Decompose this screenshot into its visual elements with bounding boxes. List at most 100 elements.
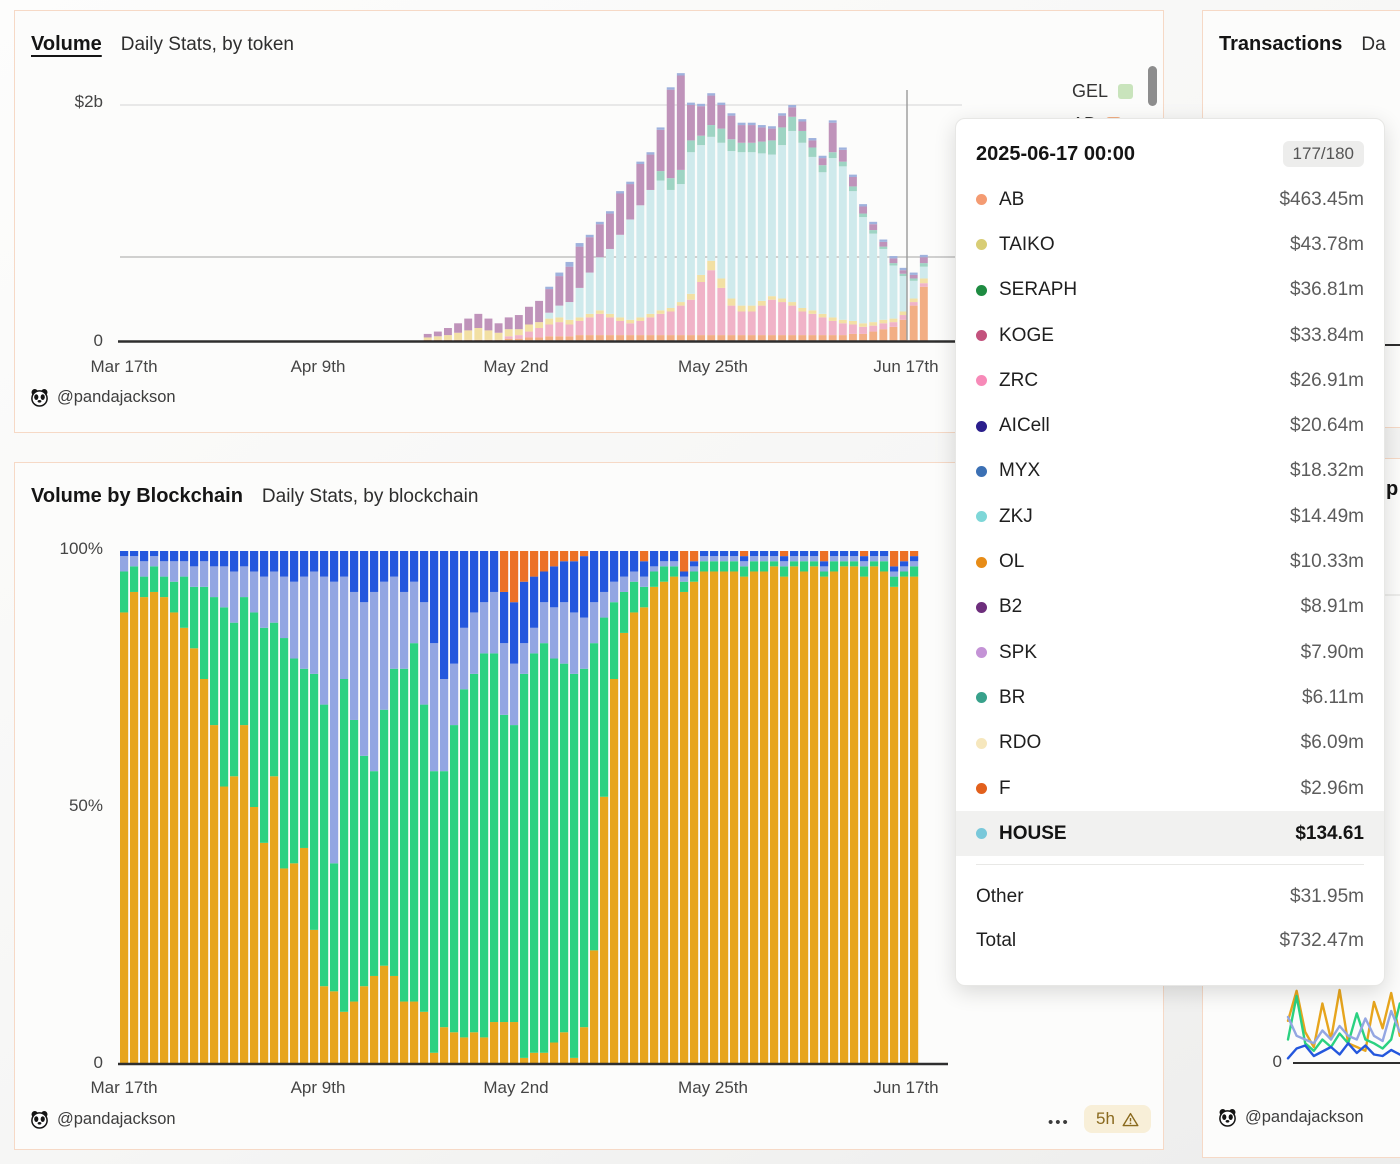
volume-xtick-may2: May 2nd bbox=[483, 357, 548, 377]
tooltip-timestamp: 2025-06-17 00:00 bbox=[976, 143, 1135, 166]
token-label: ZRC bbox=[999, 370, 1038, 392]
legend-item-gel-label: GEL bbox=[1072, 81, 1108, 102]
token-value: $10.33m bbox=[1290, 551, 1364, 573]
bc-xtick-may25: May 25th bbox=[678, 1078, 748, 1098]
token-color-dot bbox=[976, 330, 987, 341]
right-lower-attribution[interactable]: @pandajackson bbox=[1218, 1108, 1364, 1127]
token-value: $14.49m bbox=[1290, 506, 1364, 528]
bc-ytick-0: 0 bbox=[33, 1053, 103, 1073]
panda-icon bbox=[1218, 1108, 1237, 1127]
tooltip-row-SERAPH: SERAPH $36.81m bbox=[956, 268, 1384, 313]
volume-xtick-jun17: Jun 17th bbox=[873, 357, 938, 377]
legend-swatch-gel bbox=[1118, 84, 1133, 99]
tooltip-total-value: $732.47m bbox=[1279, 930, 1364, 952]
tooltip-row-MYX: MYX $18.32m bbox=[956, 449, 1384, 494]
legend-scrollbar-thumb[interactable] bbox=[1148, 66, 1157, 106]
token-label: MYX bbox=[999, 460, 1040, 482]
token-color-dot bbox=[976, 828, 987, 839]
token-label: SERAPH bbox=[999, 279, 1077, 301]
token-value: $26.91m bbox=[1290, 370, 1364, 392]
tooltip-row-RDO: RDO $6.09m bbox=[956, 721, 1384, 766]
token-label: HOUSE bbox=[999, 823, 1067, 845]
token-value: $33.84m bbox=[1290, 325, 1364, 347]
token-label: ZKJ bbox=[999, 506, 1033, 528]
tooltip-row-OL: OL $10.33m bbox=[956, 539, 1384, 584]
tooltip-row-AICell: AICell $20.64m bbox=[956, 403, 1384, 448]
tooltip-total-row: Total $732.47m bbox=[956, 919, 1384, 963]
token-color-dot bbox=[976, 466, 987, 477]
token-value: $7.90m bbox=[1301, 642, 1364, 664]
dashboard-page: Volume Daily Stats, by token Volume by B… bbox=[0, 0, 1400, 1164]
token-color-dot bbox=[976, 511, 987, 522]
token-value: $2.96m bbox=[1301, 778, 1364, 800]
chart-tooltip: 2025-06-17 00:00 177/180 AB $463.45m TAIKO… bbox=[955, 118, 1385, 986]
blockchain-attribution-handle: @pandajackson bbox=[57, 1110, 176, 1129]
tooltip-row-B2: B2 $8.91m bbox=[956, 585, 1384, 630]
tooltip-row-BR: BR $6.11m bbox=[956, 675, 1384, 720]
token-value: $6.11m bbox=[1302, 687, 1364, 709]
token-label: SPK bbox=[999, 642, 1037, 664]
tooltip-row-ZRC: ZRC $26.91m bbox=[956, 358, 1384, 403]
staleness-badge[interactable]: 5h bbox=[1084, 1105, 1151, 1133]
token-value: $18.32m bbox=[1290, 460, 1364, 482]
token-value: $463.45m bbox=[1279, 189, 1364, 211]
volume-attribution[interactable]: @pandajackson bbox=[30, 388, 176, 407]
tooltip-row-ZKJ: ZKJ $14.49m bbox=[956, 494, 1384, 539]
token-label: B2 bbox=[999, 596, 1022, 618]
bc-ytick-50: 50% bbox=[33, 796, 103, 816]
tooltip-row-KOGE: KOGE$33.84m bbox=[956, 313, 1384, 358]
volume-attribution-handle: @pandajackson bbox=[57, 388, 176, 407]
token-label: RDO bbox=[999, 732, 1041, 754]
bc-ytick-100: 100% bbox=[33, 539, 103, 559]
token-color-dot bbox=[976, 557, 987, 568]
staleness-badge-text: 5h bbox=[1096, 1109, 1115, 1129]
bc-xtick-jun17: Jun 17th bbox=[873, 1078, 938, 1098]
tooltip-other-value: $31.95m bbox=[1290, 886, 1364, 908]
tooltip-row-HOUSE: HOUSE $134.61 bbox=[956, 811, 1384, 856]
panda-icon bbox=[30, 1110, 49, 1129]
token-value: $134.61 bbox=[1295, 823, 1364, 845]
tooltip-row-F: F $2.96m bbox=[956, 766, 1384, 811]
token-label: OL bbox=[999, 551, 1024, 573]
volume-xtick-may25: May 25th bbox=[678, 357, 748, 377]
token-label: F bbox=[999, 778, 1011, 800]
token-color-dot bbox=[976, 738, 987, 749]
token-color-dot bbox=[976, 421, 987, 432]
token-color-dot bbox=[976, 239, 987, 250]
token-color-dot bbox=[976, 375, 987, 386]
volume-xtick-mar17: Mar 17th bbox=[90, 357, 157, 377]
token-label: AB bbox=[999, 189, 1024, 211]
right-lower-attribution-handle: @pandajackson bbox=[1245, 1108, 1364, 1127]
volume-ytick-2b: $2b bbox=[33, 92, 103, 112]
bc-xtick-mar17: Mar 17th bbox=[90, 1078, 157, 1098]
token-value: $8.91m bbox=[1301, 596, 1364, 618]
token-value: $6.09m bbox=[1301, 732, 1364, 754]
token-color-dot bbox=[976, 602, 987, 613]
token-label: TAIKO bbox=[999, 234, 1055, 256]
volume-xtick-apr9: Apr 9th bbox=[291, 357, 346, 377]
token-value: $36.81m bbox=[1290, 279, 1364, 301]
bc-xtick-may2: May 2nd bbox=[483, 1078, 548, 1098]
panda-icon bbox=[30, 388, 49, 407]
right-lower-panel-title-fragment: p bbox=[1386, 478, 1398, 501]
warning-triangle-icon bbox=[1122, 1112, 1139, 1127]
token-color-dot bbox=[976, 647, 987, 658]
token-color-dot bbox=[976, 783, 987, 794]
token-label: AICell bbox=[999, 415, 1050, 437]
tooltip-counter-badge: 177/180 bbox=[1283, 141, 1364, 167]
legend-item-gel[interactable]: GEL bbox=[1072, 81, 1133, 102]
blockchain-attribution[interactable]: @pandajackson bbox=[30, 1110, 176, 1129]
token-color-dot bbox=[976, 692, 987, 703]
token-color-dot bbox=[976, 194, 987, 205]
tooltip-total-label: Total bbox=[976, 930, 1016, 952]
token-value: $43.78m bbox=[1290, 234, 1364, 256]
tooltip-other-row: Other $31.95m bbox=[956, 875, 1384, 919]
token-color-dot bbox=[976, 285, 987, 296]
token-label: BR bbox=[999, 687, 1025, 709]
tooltip-rows: AB $463.45m TAIKO $43.78m SERAPH $36.81m KOGE$… bbox=[956, 177, 1384, 856]
token-value: $20.64m bbox=[1290, 415, 1364, 437]
volume-ytick-0: 0 bbox=[33, 331, 103, 351]
tooltip-row-SPK: SPK $7.90m bbox=[956, 630, 1384, 675]
tooltip-row-AB: AB $463.45m bbox=[956, 177, 1384, 222]
panel-menu-button[interactable]: ••• bbox=[1048, 1114, 1070, 1131]
